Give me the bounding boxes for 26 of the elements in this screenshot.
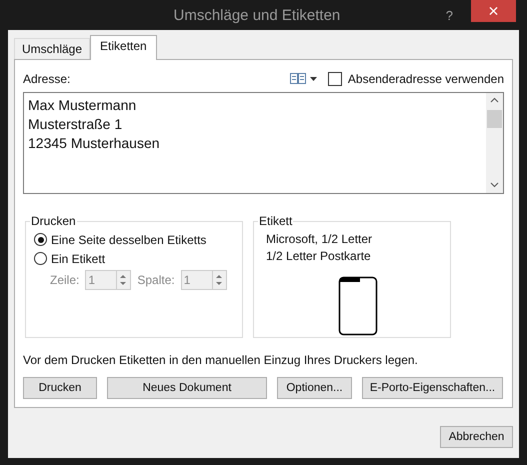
help-button[interactable]: ?	[446, 8, 453, 22]
label-info: Microsoft, 1/2 Letter	[265, 231, 374, 247]
group-title: Etikett	[258, 214, 294, 228]
dialog-button[interactable]: E-Porto-Eigenschaften...	[362, 377, 503, 399]
dialog-button[interactable]: Neues Dokument	[107, 377, 267, 399]
radio-button[interactable]	[34, 233, 47, 246]
tab[interactable]: Etiketten	[90, 35, 157, 60]
tab[interactable]: Umschläge	[14, 38, 90, 59]
sender-checkbox-label[interactable]: Absenderadresse verwenden	[348, 72, 504, 86]
close-button[interactable]: ×	[471, 0, 516, 22]
address-book-icon[interactable]	[290, 73, 318, 85]
address-label: Adresse:	[23, 72, 70, 86]
dialog-button[interactable]: Drucken	[23, 377, 97, 399]
sender-checkbox[interactable]	[328, 72, 342, 86]
label-preview-drawing	[338, 276, 378, 336]
spinner-label: Spalte:	[137, 273, 175, 287]
window-title: Umschläge und Etiketten	[172, 6, 342, 24]
radio-button[interactable]	[34, 252, 47, 265]
dialog-button[interactable]: Optionen...	[277, 377, 352, 399]
spinner-label: Zeile:	[50, 273, 80, 287]
radio-label[interactable]: Ein Etikett	[51, 252, 106, 266]
cancel-button[interactable]: Abbrechen	[440, 426, 513, 448]
label-info: 1/2 Letter Postkarte	[265, 248, 372, 264]
instruction-text: Vor dem Drucken Etiketten in den manuellen Einzug Ihres Druckers legen.	[23, 353, 419, 367]
group-title: Drucken	[30, 214, 77, 228]
radio-label[interactable]: Eine Seite desselben Etiketts	[51, 232, 206, 246]
